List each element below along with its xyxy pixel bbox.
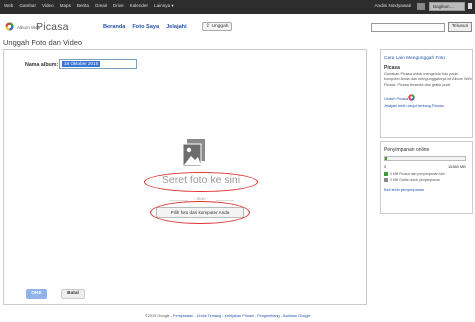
legend-label-free: 0 MB Gratis untuk penyimpanan [390,178,440,182]
sidebar-title: Cara Lain Mengunggah Foto [384,56,446,61]
footer: ©2015 Google - Persyaratan - Untuk Tenta… [145,314,311,318]
storage-title: Penyimpanan online [384,147,430,153]
footer-terms-link[interactable]: Persyaratan [173,314,193,318]
footer-developer-link[interactable]: Pengembang [257,314,280,318]
top-nav-gmail[interactable]: Gmail [95,3,107,9]
user-name[interactable]: Andini Nindyawati [374,3,411,8]
nav-my-photos[interactable]: Foto Saya [132,24,159,30]
legend-label-used: 0 MB Picasa dan penyimpanan lain [390,172,445,176]
footer-copyright: ©2015 Google [145,314,170,318]
top-nav-images[interactable]: Gambar [19,3,36,9]
logo-text[interactable]: Picasa [36,21,69,33]
page-title: Unggah Foto dan Video [3,38,83,47]
apps-icon[interactable] [417,3,425,10]
top-nav-drive[interactable]: Drive [113,3,124,9]
notification-icon[interactable] [467,2,473,11]
picasa-header: Album Web Picasa Beranda Foto Saya Jelaj… [0,18,475,38]
ok-button[interactable]: OKE [26,289,47,299]
storage-legend-free: 0 MB Gratis untuk penyimpanan [384,178,440,182]
search-button[interactable]: Telusuri [448,22,472,32]
album-name-value: 18 Oktober 2015 [62,61,101,67]
footer-help-link[interactable]: Bantuan Google [283,314,310,318]
top-nav-web[interactable]: Web [4,3,13,9]
share-box[interactable]: Bagikan… [429,2,465,11]
sidebar-subtitle: Picasa [384,65,400,71]
upload-button[interactable]: ⇪ Unggah [202,22,232,31]
legend-swatch-free [384,178,388,182]
storage-progress-bar [384,156,466,161]
drop-text-annotation [144,172,258,192]
top-bar-nav: Web Gambar Video Maps Berita Gmail Drive… [4,3,174,9]
storage-max-label: 15360 MB [448,164,466,169]
top-bar: Web Gambar Video Maps Berita Gmail Drive… [0,0,475,14]
learn-more-link[interactable]: Jelajahi lebih lanjut tentang Picasa [384,103,444,108]
top-nav-calendar[interactable]: Kalender [130,3,148,9]
top-nav-news[interactable]: Berita [77,3,89,9]
nav-home[interactable]: Beranda [103,24,125,30]
footer-about-link[interactable]: Untuk Tentang [197,314,221,318]
top-nav-video[interactable]: Video [42,3,54,9]
search-input[interactable] [371,23,445,32]
upload-label: Unggah [211,24,229,29]
photo-placeholder-icon [182,139,205,167]
nav-explore[interactable]: Jelajahi [166,24,187,30]
footer-privacy-link[interactable]: Kebijakan Privasi [225,314,254,318]
top-nav-more[interactable]: Lainnya ▾ [154,3,174,9]
picasa-logo-icon[interactable] [5,22,14,31]
album-name-field[interactable]: 18 Oktober 2015 [59,59,137,69]
buy-storage-link[interactable]: Beli lebih penyimpanan [384,187,424,192]
cancel-button[interactable]: Batal [61,289,85,299]
storage-legend-used: 0 MB Picasa dan penyimpanan lain [384,172,445,176]
main-nav: Beranda Foto Saya Jelajahi [103,24,187,30]
storage-used-fill [385,157,387,160]
pick-button-annotation [150,201,250,224]
legend-swatch-used [384,172,388,176]
storage-min-label: 0 [384,164,387,169]
download-picasa-link[interactable]: Unduh Picasa [384,96,408,101]
top-nav-maps[interactable]: Maps [60,3,71,9]
album-name-label: Nama album: [25,62,59,68]
other-upload-ways-box: Cara Lain Mengunggah Foto Picasa Gunakan… [380,49,473,138]
upload-panel: Nama album: 18 Oktober 2015 Seret foto k… [3,49,367,305]
storage-box: Penyimpanan online 0 15360 MB 0 MB Picas… [380,141,473,214]
sidebar-description: Gunakan Picasa untuk mengelola foto pada… [384,72,472,87]
picasa-small-icon [408,94,415,101]
upload-arrow-icon: ⇪ [205,24,210,29]
